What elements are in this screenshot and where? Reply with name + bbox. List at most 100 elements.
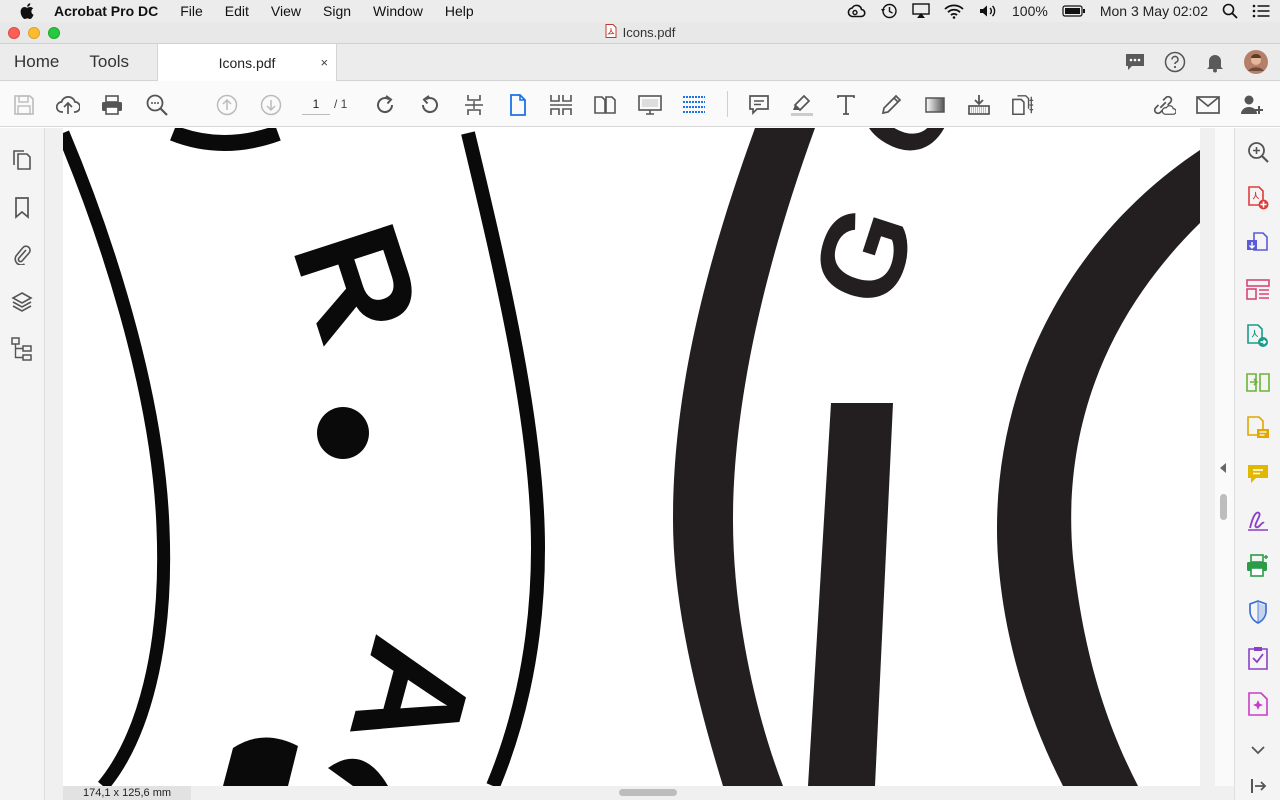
protect-icon[interactable]	[1246, 600, 1270, 624]
export-pdf-icon[interactable]	[1246, 232, 1270, 256]
email-icon[interactable]	[1196, 93, 1220, 117]
window-zoom-button[interactable]	[48, 27, 60, 39]
eraser-icon[interactable]	[923, 93, 947, 117]
two-page-view-icon[interactable]	[593, 93, 617, 117]
close-tab-button[interactable]: ×	[320, 55, 328, 70]
tab-home[interactable]: Home	[0, 44, 75, 80]
add-text-icon[interactable]	[834, 93, 858, 117]
logo-letter-g: G	[786, 190, 942, 320]
help-icon[interactable]	[1164, 51, 1186, 78]
acrobat-window: Icons.pdf Home Tools Icons.pdf × 1 / 1 R…	[0, 22, 1280, 800]
scan-and-ocr-icon[interactable]	[1246, 554, 1270, 578]
menu-sign[interactable]: Sign	[323, 3, 351, 19]
annotate-comment-icon[interactable]	[1246, 462, 1270, 486]
window-titlebar: Icons.pdf	[0, 22, 1280, 44]
page-thumbnails-icon[interactable]	[10, 148, 34, 172]
collapse-tools-pane-icon[interactable]	[1246, 774, 1270, 798]
page-number-input[interactable]: 1	[302, 93, 330, 115]
combine-files-icon[interactable]	[1246, 370, 1270, 394]
menu-window[interactable]: Window	[373, 3, 423, 19]
attachments-icon[interactable]	[10, 242, 34, 266]
page-artwork: R A G O	[63, 128, 1200, 786]
draw-pencil-icon[interactable]	[879, 93, 903, 117]
toolbar-divider	[727, 91, 728, 117]
send-for-review-icon[interactable]	[1246, 324, 1270, 348]
tab-tools[interactable]: Tools	[75, 44, 143, 80]
logo-letter-o: O	[826, 128, 989, 181]
full-screen-icon[interactable]	[638, 93, 662, 117]
layers-icon[interactable]	[10, 290, 34, 314]
find-icon[interactable]	[145, 93, 169, 117]
time-machine-icon[interactable]	[880, 3, 898, 19]
creative-cloud-icon[interactable]	[846, 4, 866, 18]
more-tools-chevron-icon[interactable]	[1246, 738, 1270, 762]
comments-icon[interactable]	[1124, 51, 1146, 78]
horizontal-scroll-thumb[interactable]	[619, 789, 677, 796]
pdf-file-icon	[605, 24, 617, 41]
airplay-icon[interactable]	[912, 3, 930, 19]
document-tab-label: Icons.pdf	[218, 54, 276, 71]
menu-view[interactable]: View	[271, 3, 301, 19]
window-close-button[interactable]	[8, 27, 20, 39]
read-mode-icon[interactable]	[682, 93, 706, 117]
right-logo-artwork: G O	[673, 128, 1200, 786]
status-bar: 174,1 x 125,6 mm	[45, 786, 1234, 800]
menu-file[interactable]: File	[180, 3, 203, 19]
previous-page-icon[interactable]	[215, 93, 239, 117]
comment-tool-icon[interactable]	[1246, 416, 1270, 440]
create-pdf-icon[interactable]	[1246, 186, 1270, 210]
battery-percentage: 100%	[1012, 3, 1048, 19]
page-dimensions: 174,1 x 125,6 mm	[63, 786, 191, 800]
vertical-scroll-thumb[interactable]	[1220, 494, 1227, 520]
document-viewport[interactable]: R A G O	[45, 128, 1215, 786]
next-page-icon[interactable]	[259, 93, 283, 117]
highlight-icon[interactable]	[790, 93, 814, 117]
vertical-scrollbar[interactable]	[1215, 128, 1234, 786]
rotate-clockwise-icon[interactable]	[373, 93, 397, 117]
wifi-icon[interactable]	[944, 4, 964, 19]
save-icon[interactable]	[12, 93, 36, 117]
window-title: Icons.pdf	[622, 25, 676, 40]
spotlight-search-icon[interactable]	[1222, 3, 1238, 19]
request-signature-icon[interactable]	[1246, 692, 1270, 716]
expand-right-panel-icon[interactable]	[1219, 460, 1227, 478]
clock[interactable]: Mon 3 May 02:02	[1100, 3, 1208, 19]
apple-menu-icon[interactable]	[20, 3, 36, 19]
share-link-icon[interactable]	[1152, 93, 1176, 117]
upload-cloud-icon[interactable]	[56, 93, 80, 117]
bookmarks-icon[interactable]	[10, 196, 34, 220]
print-icon[interactable]	[100, 93, 124, 117]
macos-menubar: Acrobat Pro DC File Edit View Sign Windo…	[0, 0, 1280, 22]
notification-center-icon[interactable]	[1252, 4, 1270, 18]
fill-and-sign-icon[interactable]	[1246, 508, 1270, 532]
seal-letter-a: A	[318, 622, 508, 770]
fit-page-icon[interactable]	[462, 93, 486, 117]
menu-help[interactable]: Help	[445, 3, 474, 19]
rotate-counterclockwise-icon[interactable]	[418, 93, 442, 117]
volume-icon[interactable]	[978, 4, 998, 18]
main-toolbar: 1 / 1	[0, 81, 1280, 127]
right-tools-rail	[1234, 128, 1280, 800]
tab-document[interactable]: Icons.pdf ×	[157, 44, 338, 81]
content-structure-icon[interactable]	[10, 337, 34, 361]
pdf-page: R A G O	[63, 128, 1200, 786]
scrolling-view-icon[interactable]	[549, 93, 573, 117]
app-menu[interactable]: Acrobat Pro DC	[54, 3, 158, 19]
window-minimize-button[interactable]	[28, 27, 40, 39]
zoom-tool-icon[interactable]	[1246, 140, 1270, 164]
user-avatar[interactable]	[1244, 50, 1268, 79]
organize-pages-icon[interactable]	[1011, 93, 1035, 117]
add-user-icon[interactable]	[1240, 93, 1264, 117]
add-comment-icon[interactable]	[747, 93, 771, 117]
stamp-icon[interactable]	[967, 93, 991, 117]
menu-edit[interactable]: Edit	[225, 3, 249, 19]
page-count: / 1	[334, 97, 348, 111]
single-page-view-icon[interactable]	[506, 93, 530, 117]
left-navigation-rail	[0, 128, 57, 800]
edit-pdf-icon[interactable]	[1246, 278, 1270, 302]
notifications-bell-icon[interactable]	[1204, 51, 1226, 78]
prepare-form-icon[interactable]	[1246, 646, 1270, 670]
battery-icon[interactable]	[1062, 5, 1086, 17]
seal-letter-r: R	[261, 204, 454, 359]
tab-bar: Home Tools Icons.pdf ×	[0, 44, 1280, 81]
